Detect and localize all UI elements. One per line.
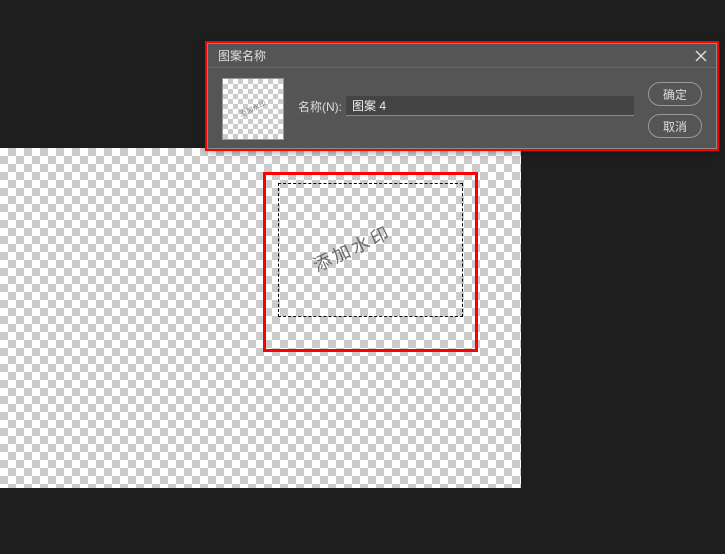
pattern-name-dialog: 图案名称 添加水印 名称(N): 确定 取消 (207, 43, 717, 149)
dialog-titlebar[interactable]: 图案名称 (208, 44, 716, 68)
cancel-button[interactable]: 取消 (648, 114, 702, 138)
pattern-preview: 添加水印 (222, 78, 284, 140)
name-row: 名称(N): (298, 96, 634, 116)
dialog-buttons: 确定 取消 (648, 82, 702, 138)
canvas-area[interactable] (0, 148, 521, 488)
ok-button[interactable]: 确定 (648, 82, 702, 106)
name-label: 名称(N): (298, 98, 342, 115)
preview-inner-text: 添加水印 (238, 99, 268, 120)
pattern-name-input[interactable] (346, 96, 634, 116)
close-icon[interactable] (692, 47, 710, 65)
dialog-body: 添加水印 名称(N): 确定 取消 (208, 68, 716, 150)
dialog-title: 图案名称 (218, 47, 266, 64)
